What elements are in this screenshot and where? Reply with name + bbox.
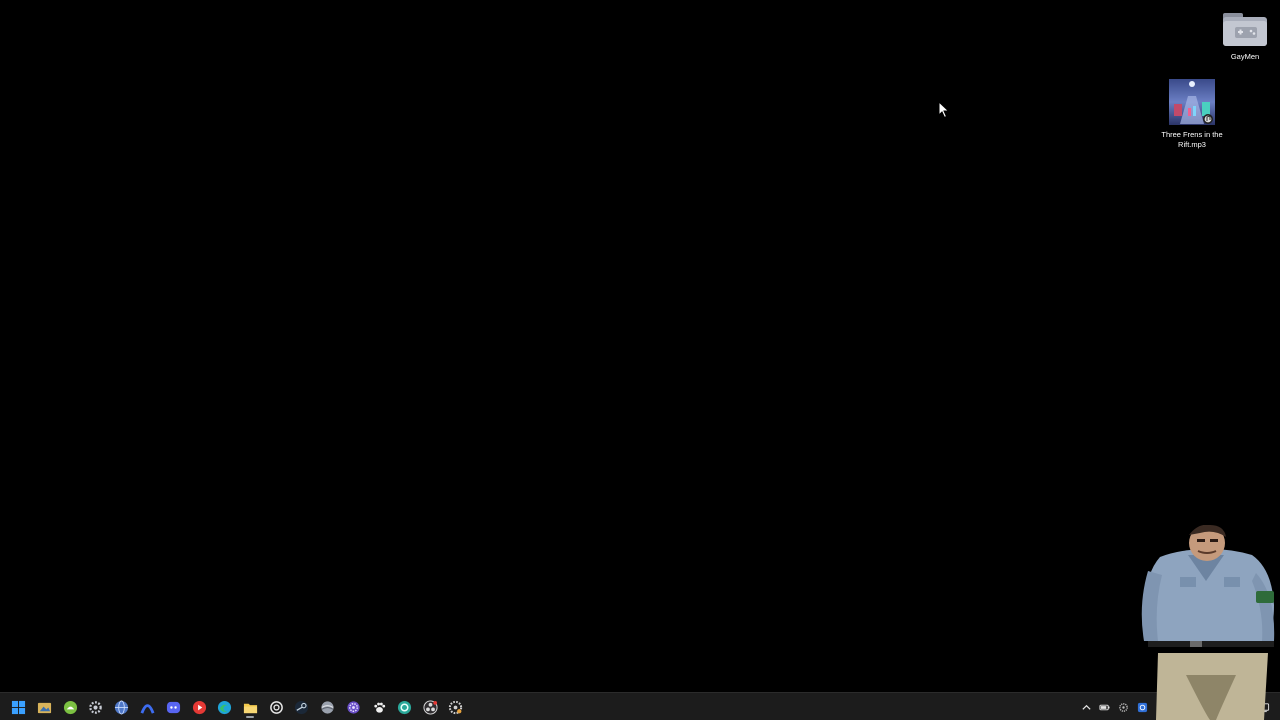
chevron-up-icon (1081, 704, 1091, 710)
battery-icon (1098, 704, 1110, 710)
folder-icon (243, 703, 257, 713)
taskbar-app-android[interactable] (58, 696, 82, 718)
gear-badge-icon (448, 700, 462, 714)
desktop-icon-gaymen[interactable]: GayMen (1207, 8, 1280, 62)
windows-start-icon (11, 700, 25, 714)
taskbar-app-image-folder[interactable] (32, 696, 56, 718)
taskbar-app-purple-gear[interactable] (341, 696, 365, 718)
taskbar-app-green-circle[interactable] (392, 696, 416, 718)
arc-icon (140, 703, 154, 714)
folder-gamepad-icon (1223, 13, 1267, 46)
globe-icon (114, 700, 128, 714)
android-icon (63, 700, 77, 714)
mouse-cursor-icon (938, 101, 950, 119)
taskbar-app-youtube[interactable] (187, 696, 211, 718)
taskbar-app-arc[interactable] (135, 696, 159, 718)
desktop-icon-mp3[interactable]: Three Frens in the Rift.mp3 (1154, 78, 1230, 150)
tray-battery[interactable] (1097, 699, 1111, 715)
taskbar-app-paw[interactable] (367, 696, 391, 718)
openai-icon (269, 700, 283, 714)
taskbar-app-sphere[interactable] (315, 696, 339, 718)
purple-gear-icon (346, 700, 360, 714)
youtube-icon (192, 700, 206, 714)
discord-icon (166, 701, 180, 713)
desktop-icon-label: GayMen (1230, 52, 1260, 61)
tray-gear-icon (1118, 702, 1128, 712)
taskbar-app-globe[interactable] (109, 696, 133, 718)
steam-icon (294, 700, 308, 714)
sphere-icon (320, 700, 334, 714)
paw-icon (373, 702, 385, 713)
taskbar-app-edge[interactable] (212, 696, 236, 718)
taskbar-app-chatgpt[interactable] (264, 696, 288, 718)
gear-cog-icon (88, 700, 102, 714)
desktop[interactable]: GayMen Three Frens in the Rift.mp3 (0, 0, 1280, 692)
taskbar-app-discord[interactable] (161, 696, 185, 718)
mp3-album-art-icon (1169, 79, 1215, 125)
tray-app[interactable] (1116, 699, 1130, 715)
image-folder-icon (37, 702, 51, 713)
edge-icon (217, 700, 231, 714)
desktop-icon-label: Three Frens in the Rift.mp3 (1161, 130, 1223, 149)
green-circle-icon (397, 700, 411, 714)
taskbar-app-obs[interactable] (418, 696, 442, 718)
taskbar-app-settings[interactable] (83, 696, 107, 718)
taskbar-app-steam[interactable] (289, 696, 313, 718)
desktop-mascot-figure (1141, 525, 1275, 720)
obs-icon (422, 699, 438, 715)
taskbar (0, 692, 1280, 720)
taskbar-app-start[interactable] (6, 696, 30, 718)
taskbar-app-gear-badge[interactable] (443, 696, 467, 718)
taskbar-app-folder[interactable] (238, 696, 262, 718)
tray-show-hidden-icons[interactable] (1079, 699, 1093, 715)
